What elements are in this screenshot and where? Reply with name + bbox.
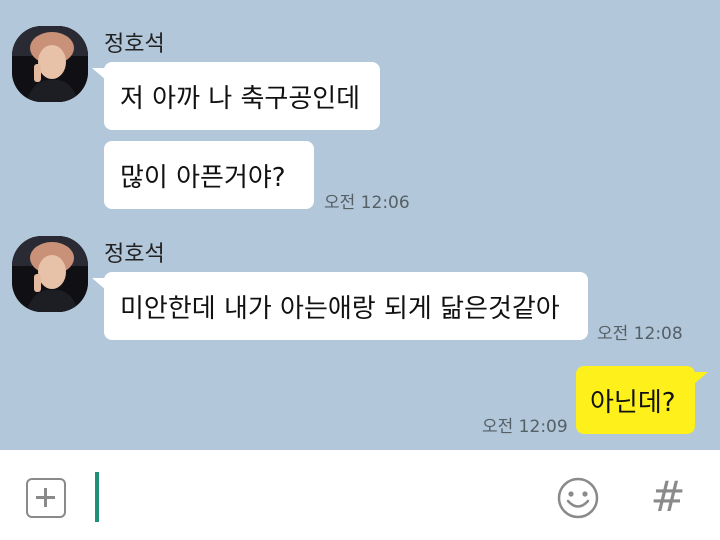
- message-timestamp: 오전 12:09: [482, 417, 568, 437]
- message-timestamp: 오전 12:08: [597, 324, 683, 344]
- sender-name: 정호석: [104, 32, 165, 57]
- message-bubble[interactable]: 미안한데 내가 아는애랑 되게 닮은것같아: [104, 272, 588, 340]
- hashtag-icon[interactable]: #: [648, 474, 688, 520]
- message-bubble[interactable]: 많이 아픈거야?: [104, 141, 314, 209]
- message-bubble[interactable]: 아닌데?: [576, 366, 695, 434]
- bubble-tail: [694, 372, 708, 384]
- message-input[interactable]: [104, 468, 528, 526]
- message-timestamp: 오전 12:06: [324, 193, 410, 213]
- sender-avatar[interactable]: [12, 26, 88, 102]
- chat-area: 정호석 저 아까 나 축구공인데 많이 아픈거야? 오전 12:06 정호석 미…: [0, 0, 720, 450]
- emoji-icon[interactable]: [556, 476, 600, 520]
- sender-name: 정호석: [104, 242, 165, 267]
- message-bubble[interactable]: 저 아까 나 축구공인데: [104, 62, 380, 130]
- attach-plus-icon[interactable]: [26, 478, 66, 518]
- text-cursor: [95, 472, 99, 522]
- sender-avatar[interactable]: [12, 236, 88, 312]
